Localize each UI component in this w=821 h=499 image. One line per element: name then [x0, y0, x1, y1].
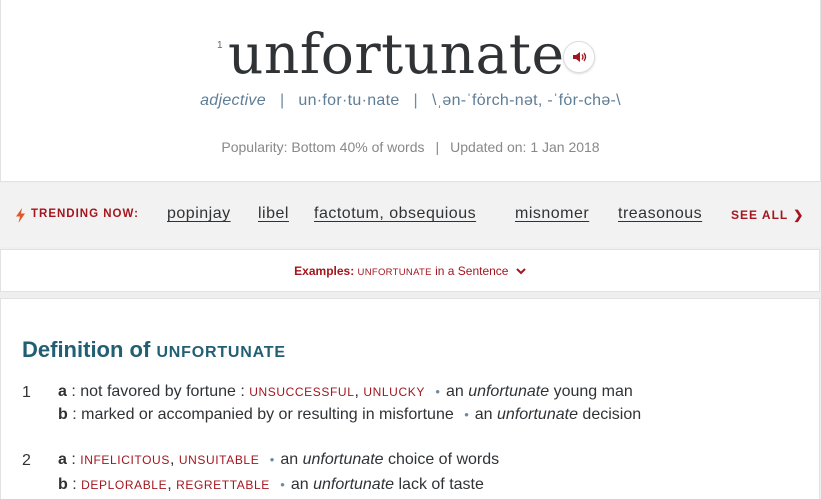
pronunciation: \ˌən-ˈfȯrch-nət, -ˈfȯr-chə-\ — [432, 92, 621, 109]
example-suffix: decision — [582, 406, 642, 423]
popularity-text: Popularity: Bottom 40% of words — [221, 139, 425, 155]
entry-header: 1 unfortunate adjective | un·for·tu·nate | \… — [0, 0, 821, 182]
updated-date: Updated on: 1 Jan 2018 — [450, 139, 600, 155]
divider: | — [279, 92, 285, 109]
trending-link-popinjay[interactable]: popinjay — [167, 205, 231, 223]
bullet-separator: • — [435, 384, 440, 399]
divider: | — [413, 92, 419, 109]
synonym-link[interactable]: REGRETTABLE — [176, 478, 270, 492]
sense-1b: b : marked or accompanied by or resultin… — [58, 406, 641, 424]
see-all-label: SEE ALL — [731, 208, 789, 222]
bullet-separator: • — [269, 452, 275, 467]
examples-suffix: in a Sentence — [435, 264, 509, 278]
sense-text: : not favored by fortune : — [71, 383, 245, 400]
definition-section: Definition of UNFORTUNATE 1 a : not favo… — [0, 298, 820, 499]
trending-link-misnomer[interactable]: misnomer — [515, 205, 589, 223]
sense-text: : — [71, 451, 76, 468]
bullet-separator: • — [280, 477, 285, 492]
example-suffix: choice of words — [387, 451, 500, 468]
trending-link-libel[interactable]: libel — [258, 205, 289, 223]
synonym-link[interactable]: UNSUITABLE — [179, 453, 259, 467]
sense-text: : marked or accompanied by or resulting … — [72, 406, 454, 423]
see-all-link[interactable]: SEE ALL ❯ — [731, 208, 804, 222]
sense-2a: a : INFELICITOUS, UNSUITABLE • an unfortu… — [58, 451, 499, 469]
synonym-link[interactable]: UNSUCCESSFUL — [249, 385, 354, 399]
headword: unfortunate — [228, 22, 565, 86]
definition-title-prefix: Definition of — [22, 337, 151, 362]
synonym-link[interactable]: INFELICITOUS — [80, 453, 170, 467]
sense-letter: a — [58, 451, 67, 468]
syllables: un·for·tu·nate — [298, 92, 400, 109]
part-of-speech-link[interactable]: adjective — [200, 92, 266, 109]
definition-word: UNFORTUNATE — [156, 344, 286, 361]
definition-title: Definition of UNFORTUNATE — [22, 337, 286, 363]
trending-link-treasonous[interactable]: treasonous — [618, 205, 702, 223]
sense-1a: a : not favored by fortune : UNSUCCESSFU… — [58, 383, 633, 401]
chevron-down-icon — [516, 268, 526, 275]
example-prefix: an — [474, 406, 493, 423]
examples-label: Examples: UNFORTUNATE in a Sentence — [1, 264, 819, 278]
example-word: unfortunate — [468, 383, 550, 400]
sense-number: 2 — [22, 452, 31, 469]
example-suffix: lack of taste — [398, 476, 484, 493]
example-prefix: an — [290, 476, 309, 493]
sense-letter: b — [58, 476, 68, 493]
dictionary-page: 1 unfortunate adjective | un·for·tu·nate | \… — [0, 0, 821, 499]
example-prefix: an — [445, 383, 464, 400]
synonym-separator: , — [169, 451, 175, 468]
bullet-separator: • — [464, 407, 469, 422]
pronunciation-audio-button[interactable] — [563, 41, 595, 73]
trending-link-factotum-obsequious[interactable]: factotum, obsequious — [314, 205, 476, 223]
examples-prefix: Examples: — [294, 264, 355, 278]
synonym-separator: , — [354, 383, 359, 400]
trending-label: TRENDING NOW: — [31, 208, 139, 220]
divider: | — [435, 139, 440, 155]
examples-toggle[interactable]: Examples: UNFORTUNATE in a Sentence — [0, 249, 820, 292]
example-word: unfortunate — [313, 476, 395, 493]
lightning-bolt-icon — [16, 208, 25, 223]
sense-text: : — [72, 476, 77, 493]
chevron-right-icon: ❯ — [793, 208, 805, 222]
sense-letter: a — [58, 383, 67, 400]
sense-letter: b — [58, 406, 68, 423]
synonym-link[interactable]: UNLUCKY — [363, 385, 425, 399]
example-prefix: an — [280, 451, 299, 468]
homograph-number: 1 — [217, 40, 223, 51]
synonym-separator: , — [167, 476, 172, 493]
examples-word: UNFORTUNATE — [357, 267, 432, 278]
sense-2b: b : DEPLORABLE, REGRETTABLE • an unfortun… — [58, 476, 484, 494]
sense-number: 1 — [22, 384, 31, 401]
example-word: unfortunate — [302, 451, 384, 468]
example-word: unfortunate — [497, 406, 578, 423]
entry-attributes: adjective | un·for·tu·nate | \ˌən-ˈfȯrch-nət… — [1, 92, 820, 110]
example-suffix: young man — [553, 383, 633, 400]
synonym-link[interactable]: DEPLORABLE — [81, 478, 167, 492]
speaker-icon — [572, 52, 586, 62]
popularity-line: Popularity: Bottom 40% of words | Updated … — [1, 139, 820, 155]
